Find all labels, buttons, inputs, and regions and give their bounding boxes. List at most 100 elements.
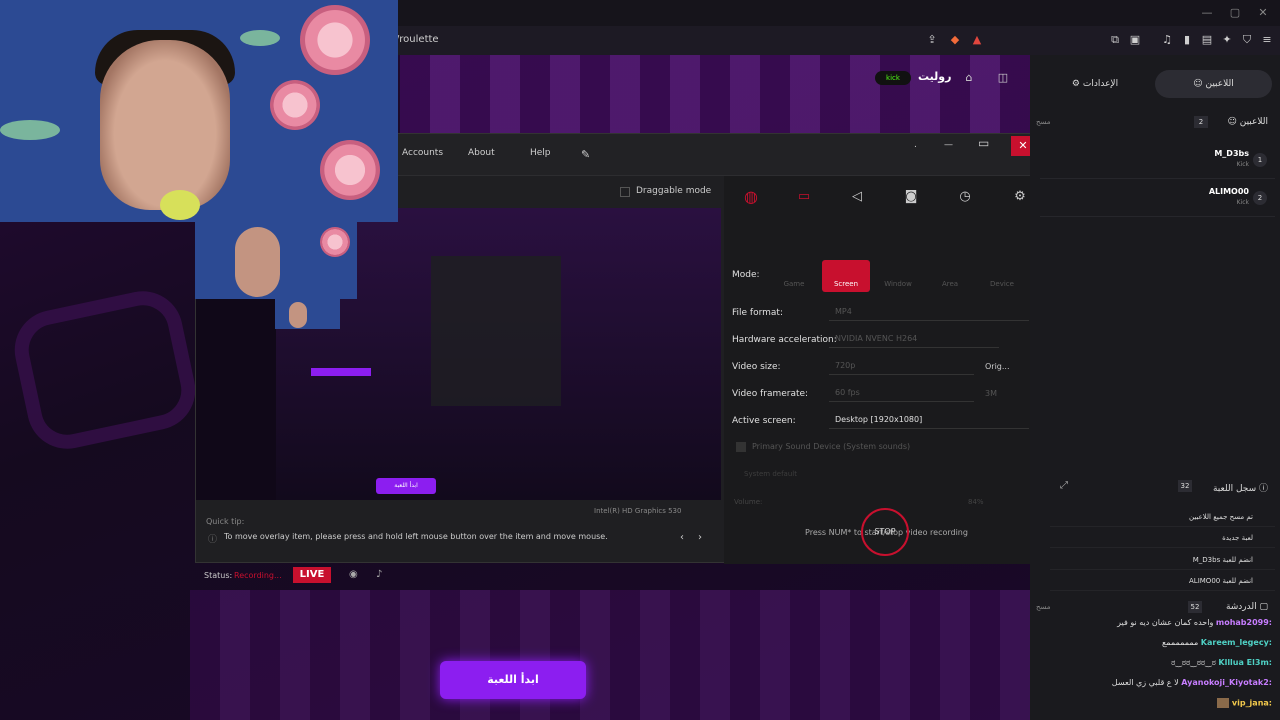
menu-accounts[interactable]: Accounts xyxy=(402,148,443,158)
webcam-toggle-icon[interactable]: ◉ xyxy=(349,569,358,580)
mode-device-button[interactable]: Device xyxy=(978,260,1026,292)
draggable-mode-checkbox[interactable] xyxy=(620,187,630,197)
webcam-overlay[interactable] xyxy=(0,0,398,222)
mode-area-button[interactable]: Area xyxy=(926,260,974,292)
recorder-minimize-button[interactable]: — xyxy=(944,140,953,150)
timer-tab-icon[interactable]: ◷ xyxy=(950,186,980,208)
sound-device-label: Primary Sound Device (System sounds) xyxy=(752,442,911,451)
hw-accel-select[interactable]: NVIDIA NVENC H264 xyxy=(829,330,999,348)
sidebar-icon[interactable]: ▮ xyxy=(1180,33,1194,47)
mode-window-button[interactable]: Window xyxy=(874,260,922,292)
minimize-tray-button[interactable]: . xyxy=(914,140,917,150)
file-format-select[interactable]: MP4 xyxy=(829,303,1029,321)
framerate-select[interactable]: 60 fps xyxy=(829,384,974,402)
rewards-icon[interactable]: ▲ xyxy=(970,33,984,47)
start-game-button[interactable]: ابدأ اللعبة xyxy=(440,661,586,699)
settings-panel: ◍ ▭ ◁ ◙ ◷ ⚙ Mode: Game Screen Window Are… xyxy=(724,176,1049,564)
wallet-icon[interactable]: ▤ xyxy=(1200,33,1214,47)
chat-username[interactable]: Klllua El3m: xyxy=(1218,658,1272,667)
info-icon: ⓘ xyxy=(208,535,218,545)
chat-username[interactable]: Ayanokoji_Kiyotak2: xyxy=(1181,678,1272,687)
sound-default-select[interactable]: System default xyxy=(744,470,797,478)
music-icon[interactable]: ♫ xyxy=(1160,33,1174,47)
active-screen-select[interactable]: Desktop [1920x1080] xyxy=(829,411,1029,429)
stop-button[interactable]: STOP xyxy=(861,508,909,556)
log-count: 32 xyxy=(1178,480,1192,492)
background-pattern-bottom xyxy=(190,590,1030,720)
brave-shield-icon[interactable]: ◆ xyxy=(948,33,962,47)
clear-players-button[interactable]: مسح xyxy=(1036,118,1051,126)
framerate-extra[interactable]: 3M xyxy=(985,389,997,398)
chat-username[interactable]: vip_jana: xyxy=(1232,699,1272,708)
player-number: 1 xyxy=(1253,153,1267,167)
expand-icon[interactable]: ⤢ xyxy=(1060,480,1068,491)
audio-tab-icon[interactable]: ◁ xyxy=(842,186,872,208)
preview-start-button: ابدأ اللعبة xyxy=(376,478,436,494)
bookmark-icon[interactable]: ✦ xyxy=(1220,33,1234,47)
chat-header-label: الدردشة xyxy=(1225,602,1257,612)
log-entry: M_D3bs انضم للعبة xyxy=(1050,550,1275,570)
address-bar[interactable]: y/roulette xyxy=(390,30,990,50)
minimize-window-button[interactable]: — xyxy=(1200,6,1214,20)
log-entry: ALIMO00 انضم للعبة xyxy=(1050,571,1275,591)
gpu-label: Intel(R) HD Graphics 530 xyxy=(594,507,682,515)
video-size-label: Video size: xyxy=(732,362,781,372)
bandicam-logo-icon[interactable]: ◍ xyxy=(736,186,766,208)
active-screen-label: Active screen: xyxy=(732,416,796,426)
image-tab-icon[interactable]: ◙ xyxy=(896,186,926,208)
nested-recorder xyxy=(431,256,561,406)
pen-icon[interactable]: ✎ xyxy=(581,148,590,161)
status-label: Status: xyxy=(204,571,233,580)
microphone-icon[interactable]: ♪ xyxy=(376,569,382,580)
draggable-mode-label: Draggable mode xyxy=(636,186,712,196)
screenshot-icon[interactable]: ▣ xyxy=(1128,33,1142,47)
log-entry: تم مسح جميع اللاعبين xyxy=(1050,507,1275,527)
chat-message: مممممممع Kareem_legecy: xyxy=(1162,638,1272,647)
video-tab-icon[interactable]: ▭ xyxy=(789,186,819,208)
chat-username[interactable]: Kareem_legecy: xyxy=(1201,638,1272,647)
share-icon[interactable]: ⇪ xyxy=(925,33,939,47)
recorder-maximize-button[interactable]: ▭ xyxy=(978,136,989,150)
layout-icon[interactable]: ◫ xyxy=(996,71,1010,85)
log-entry: لعبة جديدة xyxy=(1050,528,1275,548)
chat-header: الدردشة ▢ xyxy=(1226,602,1268,612)
mode-screen-button[interactable]: Screen xyxy=(822,260,870,292)
player-row[interactable]: M_D3bs Kick 1 xyxy=(1040,143,1275,179)
background-pattern-top xyxy=(400,55,1030,135)
volume-label: Volume: xyxy=(734,498,763,506)
settings-tab-icon-r: ⚙ xyxy=(1071,79,1083,89)
vpn-icon[interactable]: ⛉ xyxy=(1240,33,1254,47)
maximize-window-button[interactable]: ▢ xyxy=(1228,6,1242,20)
menu-help[interactable]: Help xyxy=(530,148,551,158)
players-header-label: اللاعبين xyxy=(1239,117,1268,127)
tip-next-button[interactable]: › xyxy=(698,532,702,543)
chat-message: لا ع قلبي زي العسل Ayanokoji_Kiyotak2: xyxy=(1112,678,1272,687)
quicktip-label: Quick tip: xyxy=(206,517,245,526)
chat-message: واحده كمان عشان ديه نو فير mohab2099: xyxy=(1117,618,1272,627)
mode-game-button[interactable]: Game xyxy=(770,260,818,292)
user-avatar xyxy=(1217,698,1230,708)
player-platform: Kick xyxy=(1236,199,1249,206)
chat-text: واحده كمان عشان ديه نو فير xyxy=(1117,618,1214,627)
chat-username[interactable]: mohab2099: xyxy=(1216,618,1272,627)
status-value: Recording... xyxy=(234,571,282,580)
extensions-icon[interactable]: ⧉ xyxy=(1108,33,1122,47)
player-name: ALIMO00 xyxy=(1208,187,1249,196)
tab-players[interactable]: ☺ اللاعبين xyxy=(1155,70,1272,98)
tip-prev-button[interactable]: ‹ xyxy=(680,532,684,543)
nested-start-button xyxy=(311,368,371,376)
sound-device-checkbox[interactable] xyxy=(736,442,746,452)
home-icon[interactable]: ⌂ xyxy=(962,71,976,85)
video-size-orig[interactable]: Orig... xyxy=(985,362,1010,371)
clear-chat-button[interactable]: مسح xyxy=(1036,603,1051,611)
player-row[interactable]: ALIMO00 Kick 2 xyxy=(1040,181,1275,217)
microphone xyxy=(160,190,200,220)
menu-about[interactable]: About xyxy=(468,148,495,158)
close-window-button[interactable]: ✕ xyxy=(1256,6,1270,20)
tab-settings[interactable]: ⚙ الإعدادات xyxy=(1040,70,1150,98)
video-size-select[interactable]: 720p xyxy=(829,357,974,375)
player-name: M_D3bs xyxy=(1214,149,1249,158)
players-count: 2 xyxy=(1194,116,1208,128)
menu-icon[interactable]: ≡ xyxy=(1260,33,1274,47)
history-icon: ⓘ xyxy=(1256,484,1268,494)
